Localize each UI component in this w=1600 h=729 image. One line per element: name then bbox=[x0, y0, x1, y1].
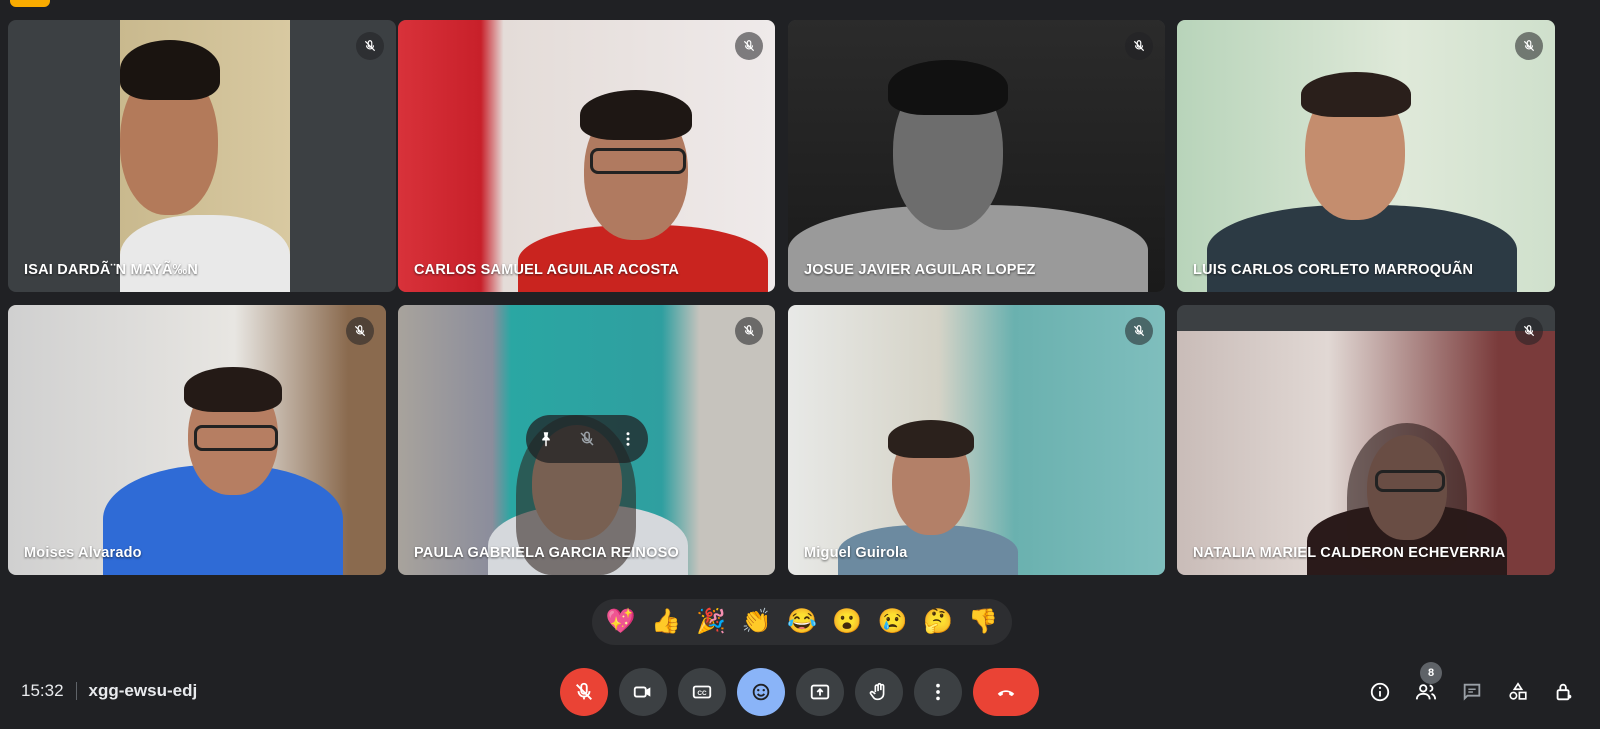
divider bbox=[75, 682, 77, 700]
mic-off-icon bbox=[346, 317, 374, 345]
captions-icon: CC bbox=[692, 685, 712, 699]
mic-off-icon bbox=[1515, 317, 1543, 345]
participant-name: JOSUE JAVIER AGUILAR LOPEZ bbox=[804, 262, 1036, 278]
participant-tile[interactable]: CARLOS SAMUEL AGUILAR ACOSTA bbox=[398, 20, 775, 292]
meeting-details-button[interactable] bbox=[1368, 680, 1392, 704]
reaction-thinking[interactable]: 🤔 bbox=[920, 610, 956, 634]
participant-name: Miguel Guirola bbox=[804, 545, 908, 561]
hand-icon bbox=[869, 682, 885, 701]
pin-icon[interactable] bbox=[534, 427, 558, 451]
svg-text:CC: CC bbox=[697, 690, 707, 697]
mic-off-icon bbox=[1125, 32, 1153, 60]
mic-off-icon bbox=[356, 32, 384, 60]
participant-tile[interactable]: Moises Alvarado bbox=[8, 305, 386, 575]
participant-grid: ISAI DARDÃ¨N MAYÃ‰N CARLOS SAMUEL AGUILA… bbox=[8, 20, 1586, 586]
emoji-button[interactable] bbox=[737, 668, 785, 716]
mic-off-icon bbox=[1125, 317, 1153, 345]
more-vert-icon bbox=[936, 683, 940, 701]
glasses bbox=[1375, 470, 1445, 492]
mic-off-icon bbox=[1515, 32, 1543, 60]
person-hair bbox=[184, 367, 282, 412]
reaction-clap[interactable]: 👏 bbox=[739, 610, 775, 634]
participant-name: LUIS CARLOS CORLETO MARROQUÃN bbox=[1193, 262, 1474, 278]
meeting-code: xgg-ewsu-edj bbox=[88, 681, 198, 700]
mic-toggle-button[interactable] bbox=[560, 668, 608, 716]
person-body bbox=[120, 215, 290, 292]
mic-off-icon[interactable] bbox=[575, 427, 599, 451]
camera-toggle-button[interactable] bbox=[619, 668, 667, 716]
participant-tile[interactable]: NATALIA MARIEL CALDERON ECHEVERRIA bbox=[1177, 305, 1555, 575]
person-hair bbox=[888, 60, 1008, 115]
glasses bbox=[194, 425, 278, 451]
present-button[interactable] bbox=[796, 668, 844, 716]
chat-button[interactable] bbox=[1460, 680, 1484, 704]
leave-call-button[interactable] bbox=[973, 668, 1039, 716]
meeting-side-actions: 8 bbox=[1368, 662, 1576, 704]
info-icon bbox=[1370, 682, 1390, 702]
participant-tile[interactable]: JOSUE JAVIER AGUILAR LOPEZ bbox=[788, 20, 1165, 292]
host-controls-button[interactable] bbox=[1552, 680, 1576, 704]
reaction-thumbs-up[interactable]: 👍 bbox=[648, 610, 684, 634]
glasses bbox=[590, 148, 686, 174]
reaction-thumbs-down[interactable]: 👎 bbox=[965, 610, 1001, 634]
reaction-laugh[interactable]: 😂 bbox=[784, 610, 820, 634]
mic-off-icon bbox=[576, 682, 592, 700]
reaction-heart[interactable]: 💖 bbox=[603, 610, 639, 634]
participant-name: NATALIA MARIEL CALDERON ECHEVERRIA bbox=[1193, 545, 1506, 561]
call-controls: CC bbox=[560, 668, 1039, 716]
participant-name: Moises Alvarado bbox=[24, 545, 142, 561]
person-hair bbox=[1301, 72, 1411, 117]
hang-up-icon bbox=[997, 690, 1015, 697]
participant-name: PAULA GABRIELA GARCIA REINOSO bbox=[414, 545, 679, 561]
lock-person-icon bbox=[1556, 683, 1572, 701]
more-options-button[interactable] bbox=[914, 668, 962, 716]
people-icon bbox=[1415, 684, 1437, 700]
more-options-icon[interactable] bbox=[616, 427, 640, 451]
people-count-badge: 8 bbox=[1420, 662, 1442, 684]
raise-hand-button[interactable] bbox=[855, 668, 903, 716]
people-button[interactable]: 8 bbox=[1414, 662, 1442, 704]
meeting-info: 15:32 xgg-ewsu-edj bbox=[21, 681, 197, 701]
participant-tile[interactable]: LUIS CARLOS CORLETO MARROQUÃN bbox=[1177, 20, 1555, 292]
captions-button[interactable]: CC bbox=[678, 668, 726, 716]
top-indicator bbox=[10, 0, 50, 7]
person-hair bbox=[120, 40, 220, 100]
mic-off-icon bbox=[735, 317, 763, 345]
reaction-sad[interactable]: 😢 bbox=[875, 610, 911, 634]
meeting-time: 15:32 bbox=[21, 681, 64, 700]
reaction-party[interactable]: 🎉 bbox=[693, 610, 729, 634]
reactions-bar: 💖 👍 🎉 👏 😂 😮 😢 🤔 👎 bbox=[592, 599, 1012, 645]
participant-name: ISAI DARDÃ¨N MAYÃ‰N bbox=[24, 262, 199, 278]
participant-tile[interactable]: Miguel Guirola bbox=[788, 305, 1165, 575]
reaction-surprised[interactable]: 😮 bbox=[829, 610, 865, 634]
participant-tile[interactable]: PAULA GABRIELA GARCIA REINOSO bbox=[398, 305, 775, 575]
person-hair bbox=[580, 90, 692, 140]
participant-tile[interactable]: ISAI DARDÃ¨N MAYÃ‰N bbox=[8, 20, 396, 292]
person-hair bbox=[888, 420, 974, 458]
camera-icon bbox=[633, 686, 651, 698]
present-icon bbox=[810, 684, 830, 700]
chat-icon bbox=[1463, 683, 1481, 701]
participant-name: CARLOS SAMUEL AGUILAR ACOSTA bbox=[414, 262, 679, 278]
emoji-icon bbox=[752, 683, 770, 701]
mic-off-icon bbox=[735, 32, 763, 60]
activities-icon bbox=[1509, 682, 1527, 700]
activities-button[interactable] bbox=[1506, 680, 1530, 704]
tile-hover-actions bbox=[526, 415, 648, 463]
